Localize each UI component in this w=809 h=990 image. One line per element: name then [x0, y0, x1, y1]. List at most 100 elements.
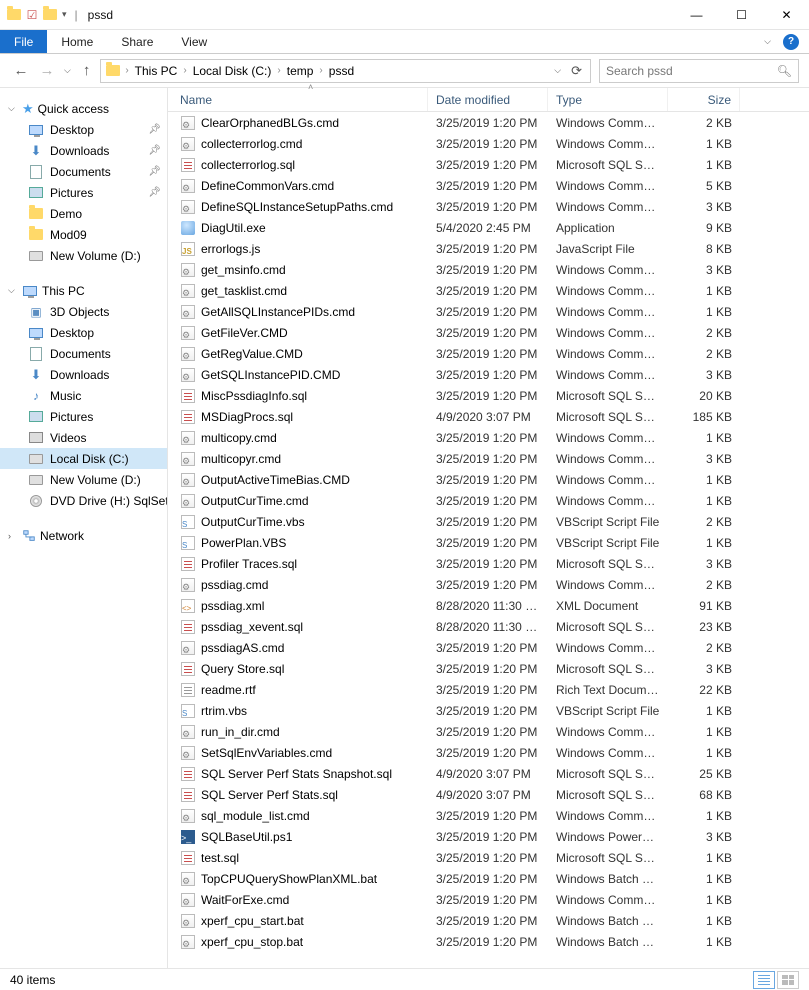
- minimize-button[interactable]: —: [674, 0, 719, 30]
- file-row[interactable]: readme.rtf3/25/2019 1:20 PMRich Text Doc…: [168, 679, 809, 700]
- file-row[interactable]: JSerrorlogs.js3/25/2019 1:20 PMJavaScrip…: [168, 238, 809, 259]
- file-row[interactable]: Profiler Traces.sql3/25/2019 1:20 PMMicr…: [168, 553, 809, 574]
- file-row[interactable]: ⚙GetFileVer.CMD3/25/2019 1:20 PMWindows …: [168, 322, 809, 343]
- tab-file[interactable]: File: [0, 30, 47, 53]
- crumb-temp[interactable]: temp: [285, 64, 316, 78]
- nav-quick-access[interactable]: ⌵★Quick access: [0, 98, 167, 119]
- qat-newfolder-icon[interactable]: [42, 7, 58, 23]
- nav-history-dropdown[interactable]: ⌵: [62, 65, 73, 76]
- file-row[interactable]: ⚙GetSQLInstancePID.CMD3/25/2019 1:20 PMW…: [168, 364, 809, 385]
- qat-properties-icon[interactable]: ☑: [24, 7, 40, 23]
- file-row[interactable]: test.sql3/25/2019 1:20 PMMicrosoft SQL S…: [168, 847, 809, 868]
- file-name: SetSqlEnvVariables.cmd: [201, 746, 332, 760]
- view-thumbnails-button[interactable]: [777, 971, 799, 989]
- help-icon[interactable]: ?: [783, 34, 799, 50]
- file-row[interactable]: DiagUtil.exe5/4/2020 2:45 PMApplication9…: [168, 217, 809, 238]
- tab-share[interactable]: Share: [107, 30, 167, 53]
- tab-view[interactable]: View: [167, 30, 221, 53]
- file-row[interactable]: ⚙pssdiagAS.cmd3/25/2019 1:20 PMWindows C…: [168, 637, 809, 658]
- vbs-file-icon: S: [180, 514, 196, 530]
- column-header-date[interactable]: Date modified: [428, 88, 548, 111]
- file-row[interactable]: ⚙SetSqlEnvVariables.cmd3/25/2019 1:20 PM…: [168, 742, 809, 763]
- file-row[interactable]: SQL Server Perf Stats Snapshot.sql4/9/20…: [168, 763, 809, 784]
- file-row[interactable]: ⚙xperf_cpu_start.bat3/25/2019 1:20 PMWin…: [168, 910, 809, 931]
- nav-up-button[interactable]: ↑: [77, 62, 97, 79]
- nav-quick-item[interactable]: Demo: [0, 203, 167, 224]
- nav-thispc-item[interactable]: ♪Music: [0, 385, 167, 406]
- nav-thispc-item[interactable]: Pictures: [0, 406, 167, 427]
- nav-thispc-item[interactable]: New Volume (D:): [0, 469, 167, 490]
- crumb-thispc[interactable]: This PC: [133, 64, 180, 78]
- file-row[interactable]: MSDiagProcs.sql4/9/2020 3:07 PMMicrosoft…: [168, 406, 809, 427]
- address-bar[interactable]: › This PC› Local Disk (C:)› temp› pssd ⌵…: [100, 59, 591, 83]
- nav-thispc-item[interactable]: ▣3D Objects: [0, 301, 167, 322]
- file-row[interactable]: SQL Server Perf Stats.sql4/9/2020 3:07 P…: [168, 784, 809, 805]
- tab-home[interactable]: Home: [47, 30, 107, 53]
- file-row[interactable]: ⚙run_in_dir.cmd3/25/2019 1:20 PMWindows …: [168, 721, 809, 742]
- file-row[interactable]: ⚙get_tasklist.cmd3/25/2019 1:20 PMWindow…: [168, 280, 809, 301]
- nav-thispc-item[interactable]: DVD Drive (H:) SqlSetup: [0, 490, 167, 511]
- file-row[interactable]: SOutputCurTime.vbs3/25/2019 1:20 PMVBScr…: [168, 511, 809, 532]
- file-name: SQLBaseUtil.ps1: [201, 830, 292, 844]
- chevron-icon[interactable]: ›: [317, 65, 324, 76]
- file-row[interactable]: ⚙DefineSQLInstanceSetupPaths.cmd3/25/201…: [168, 196, 809, 217]
- qat-dropdown-icon[interactable]: ▾: [60, 9, 69, 20]
- nav-thispc-item[interactable]: Videos: [0, 427, 167, 448]
- file-row[interactable]: ⚙multicopyr.cmd3/25/2019 1:20 PMWindows …: [168, 448, 809, 469]
- nav-quick-item[interactable]: Mod09: [0, 224, 167, 245]
- file-row[interactable]: ⚙pssdiag.cmd3/25/2019 1:20 PMWindows Com…: [168, 574, 809, 595]
- column-header-name[interactable]: Name: [168, 88, 428, 111]
- nav-thispc-item[interactable]: Desktop: [0, 322, 167, 343]
- file-row[interactable]: pssdiag_xevent.sql8/28/2020 11:30 PMMicr…: [168, 616, 809, 637]
- nav-thispc-item[interactable]: ⬇Downloads: [0, 364, 167, 385]
- cmd-file-icon: ⚙: [180, 892, 196, 908]
- maximize-button[interactable]: ☐: [719, 0, 764, 30]
- column-header-size[interactable]: Size: [668, 88, 740, 111]
- nav-back-button[interactable]: ←: [10, 62, 32, 79]
- file-row[interactable]: ⚙ClearOrphanedBLGs.cmd3/25/2019 1:20 PMW…: [168, 112, 809, 133]
- nav-quick-item[interactable]: ⬇Downloads📌︎: [0, 140, 167, 161]
- file-row[interactable]: ⚙get_msinfo.cmd3/25/2019 1:20 PMWindows …: [168, 259, 809, 280]
- file-row[interactable]: Srtrim.vbs3/25/2019 1:20 PMVBScript Scri…: [168, 700, 809, 721]
- view-details-button[interactable]: [753, 971, 775, 989]
- file-row[interactable]: ⚙OutputActiveTimeBias.CMD3/25/2019 1:20 …: [168, 469, 809, 490]
- file-row[interactable]: SPowerPlan.VBS3/25/2019 1:20 PMVBScript …: [168, 532, 809, 553]
- nav-quick-item[interactable]: Pictures📌︎: [0, 182, 167, 203]
- column-header-type[interactable]: Type: [548, 88, 668, 111]
- address-dropdown-icon[interactable]: ⌵: [552, 65, 563, 76]
- chevron-icon[interactable]: ›: [123, 65, 130, 76]
- nav-quick-item[interactable]: Documents📌︎: [0, 161, 167, 182]
- file-row[interactable]: ⚙xperf_cpu_stop.bat3/25/2019 1:20 PMWind…: [168, 931, 809, 952]
- nav-network[interactable]: ›Network: [0, 525, 167, 546]
- close-button[interactable]: ✕: [764, 0, 809, 30]
- chevron-icon[interactable]: ›: [181, 65, 188, 76]
- file-type: Microsoft SQL Ser...: [548, 620, 668, 634]
- ribbon-expand-icon[interactable]: ⌵: [762, 36, 773, 47]
- file-row[interactable]: ⚙sql_module_list.cmd3/25/2019 1:20 PMWin…: [168, 805, 809, 826]
- file-row[interactable]: ⚙OutputCurTime.cmd3/25/2019 1:20 PMWindo…: [168, 490, 809, 511]
- nav-quick-item[interactable]: Desktop📌︎: [0, 119, 167, 140]
- nav-quick-item[interactable]: New Volume (D:): [0, 245, 167, 266]
- file-row[interactable]: MiscPssdiagInfo.sql3/25/2019 1:20 PMMicr…: [168, 385, 809, 406]
- pin-icon: 📌︎: [148, 166, 161, 177]
- file-row[interactable]: ⚙DefineCommonVars.cmd3/25/2019 1:20 PMWi…: [168, 175, 809, 196]
- nav-thispc-item[interactable]: Local Disk (C:): [0, 448, 167, 469]
- file-row[interactable]: Query Store.sql3/25/2019 1:20 PMMicrosof…: [168, 658, 809, 679]
- search-input[interactable]: Search pssd 🔍︎: [599, 59, 799, 83]
- file-row[interactable]: ⚙collecterrorlog.cmd3/25/2019 1:20 PMWin…: [168, 133, 809, 154]
- file-row[interactable]: ⚙TopCPUQueryShowPlanXML.bat3/25/2019 1:2…: [168, 868, 809, 889]
- file-row[interactable]: >_SQLBaseUtil.ps13/25/2019 1:20 PMWindow…: [168, 826, 809, 847]
- file-row[interactable]: ⚙multicopy.cmd3/25/2019 1:20 PMWindows C…: [168, 427, 809, 448]
- crumb-pssd[interactable]: pssd: [327, 64, 356, 78]
- chevron-icon[interactable]: ›: [275, 65, 282, 76]
- refresh-icon[interactable]: ⟳: [571, 63, 582, 79]
- search-icon[interactable]: 🔍︎: [777, 64, 792, 78]
- file-row[interactable]: <>pssdiag.xml8/28/2020 11:30 PMXML Docum…: [168, 595, 809, 616]
- file-row[interactable]: ⚙WaitForExe.cmd3/25/2019 1:20 PMWindows …: [168, 889, 809, 910]
- nav-thispc-item[interactable]: Documents: [0, 343, 167, 364]
- file-row[interactable]: collecterrorlog.sql3/25/2019 1:20 PMMicr…: [168, 154, 809, 175]
- crumb-localdisk[interactable]: Local Disk (C:): [191, 64, 274, 78]
- file-row[interactable]: ⚙GetAllSQLInstancePIDs.cmd3/25/2019 1:20…: [168, 301, 809, 322]
- file-row[interactable]: ⚙GetRegValue.CMD3/25/2019 1:20 PMWindows…: [168, 343, 809, 364]
- nav-this-pc[interactable]: ⌵This PC: [0, 280, 167, 301]
